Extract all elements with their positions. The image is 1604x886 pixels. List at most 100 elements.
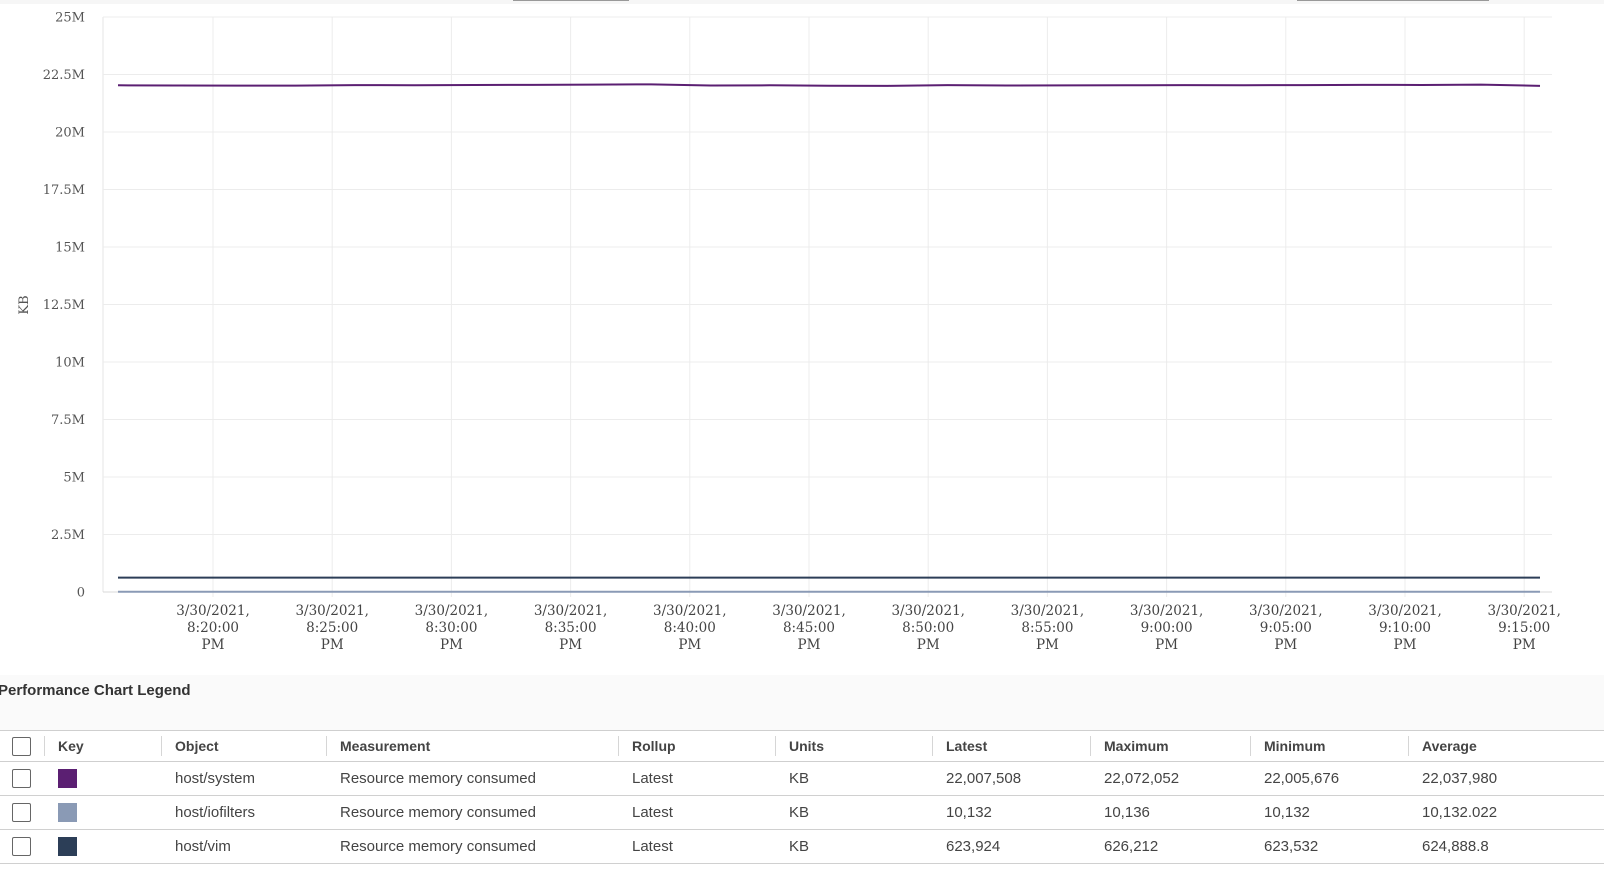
col-measurement-label: Measurement: [340, 738, 431, 754]
x-tick-label: 8:40:00: [664, 620, 716, 636]
y-tick-label: 0: [77, 586, 85, 601]
units-cell: KB: [775, 795, 932, 830]
col-minimum-label: Minimum: [1264, 738, 1326, 754]
x-tick-label: PM: [798, 637, 821, 653]
x-tick-label: PM: [917, 637, 940, 653]
minimum-cell: 10,132: [1250, 795, 1408, 830]
x-tick-label: 3/30/2021,: [1249, 603, 1323, 619]
x-tick-label: 3/30/2021,: [415, 603, 489, 619]
select-all-checkbox[interactable]: [12, 736, 31, 756]
x-tick-label: 3/30/2021,: [1130, 603, 1204, 619]
key-cell: [44, 795, 161, 830]
x-tick-label: PM: [1155, 637, 1178, 653]
col-average-label: Average: [1422, 738, 1477, 754]
maximum-cell: 626,212: [1090, 829, 1250, 864]
x-tick-label: PM: [321, 637, 344, 653]
col-minimum[interactable]: Minimum: [1250, 731, 1408, 762]
units-cell: KB: [775, 829, 932, 864]
x-tick-label: 3/30/2021,: [176, 603, 250, 619]
grid: [102, 16, 1552, 597]
x-tick-label: 8:20:00: [187, 620, 239, 636]
x-tick-label: PM: [559, 637, 582, 653]
row-checkbox[interactable]: [12, 837, 31, 856]
row-checkbox[interactable]: [12, 803, 31, 822]
x-tick-label: 8:30:00: [425, 620, 477, 636]
y-tick-label: 22.5M: [43, 68, 85, 83]
y-axis-ticks: 25M 22.5M 20M 17.5M 15M 12.5M 10M 7.5M 5M 2.5M 0: [43, 11, 85, 601]
row-checkbox[interactable]: [12, 769, 31, 788]
x-tick-label: 3/30/2021,: [653, 603, 727, 619]
y-axis-label: KB: [17, 295, 32, 314]
y-tick-label: 2.5M: [51, 528, 85, 543]
x-tick-label: PM: [1036, 637, 1059, 653]
col-latest[interactable]: Latest: [932, 731, 1090, 762]
object-cell: host/iofilters: [161, 795, 326, 830]
x-tick-label: 3/30/2021,: [891, 603, 965, 619]
measurement-cell: Resource memory consumed: [326, 761, 618, 796]
performance-chart: 25M 22.5M 20M 17.5M 15M 12.5M 10M 7.5M 5M 2.5M 0 3…: [17, 11, 1561, 654]
x-tick-label: 9:10:00: [1379, 620, 1431, 636]
latest-cell: 623,924: [932, 829, 1090, 864]
row-select-cell: [0, 795, 44, 830]
col-object-label: Object: [175, 738, 219, 754]
x-tick-label: 3/30/2021,: [772, 603, 846, 619]
y-tick-label: 25M: [55, 11, 85, 26]
measurement-cell: Resource memory consumed: [326, 829, 618, 864]
x-tick-label: 3/30/2021,: [1487, 603, 1561, 619]
rollup-cell: Latest: [618, 761, 775, 796]
legend-header-bar: Performance Chart Legend: [0, 675, 1604, 731]
series-swatch: [58, 803, 77, 822]
x-tick-label: PM: [440, 637, 463, 653]
x-tick-label: 8:55:00: [1021, 620, 1073, 636]
x-tick-label: PM: [1513, 637, 1536, 653]
y-tick-label: 10M: [55, 356, 85, 371]
series-lines: [117, 83, 1541, 593]
maximum-cell: 10,136: [1090, 795, 1250, 830]
average-cell: 22,037,980: [1408, 761, 1604, 796]
x-tick-label: 9:05:00: [1260, 620, 1312, 636]
col-units-label: Units: [789, 738, 824, 754]
maximum-cell: 22,072,052: [1090, 761, 1250, 796]
legend-row[interactable]: host/vim Resource memory consumed Latest…: [0, 829, 1604, 864]
object-cell: host/vim: [161, 829, 326, 864]
y-tick-label: 15M: [55, 241, 85, 256]
object-cell: host/system: [161, 761, 326, 796]
latest-cell: 22,007,508: [932, 761, 1090, 796]
key-cell: [44, 761, 161, 796]
x-tick-label: 3/30/2021,: [534, 603, 608, 619]
legend-header-row: Key Object Measurement Rollup Units Late…: [0, 731, 1604, 762]
key-cell: [44, 829, 161, 864]
col-latest-label: Latest: [946, 738, 988, 754]
col-rollup-label: Rollup: [632, 738, 676, 754]
y-tick-label: 20M: [55, 126, 85, 141]
col-units[interactable]: Units: [775, 731, 932, 762]
col-object[interactable]: Object: [161, 731, 326, 762]
x-tick-label: 8:45:00: [783, 620, 835, 636]
latest-cell: 10,132: [932, 795, 1090, 830]
minimum-cell: 22,005,676: [1250, 761, 1408, 796]
x-axis-ticks: 3/30/2021,8:20:00PM3/30/2021,8:25:00PM3/…: [176, 603, 1561, 653]
series-swatch: [58, 769, 77, 788]
average-cell: 624,888.8: [1408, 829, 1604, 864]
x-tick-label: PM: [202, 637, 225, 653]
legend-row[interactable]: host/iofilters Resource memory consumed …: [0, 795, 1604, 830]
x-tick-label: PM: [1274, 637, 1297, 653]
x-tick-label: 3/30/2021,: [295, 603, 369, 619]
units-cell: KB: [775, 761, 932, 796]
select-all-cell: [0, 731, 44, 762]
x-tick-label: 9:00:00: [1141, 620, 1193, 636]
x-tick-label: 3/30/2021,: [1011, 603, 1085, 619]
legend-table: Key Object Measurement Rollup Units Late…: [0, 731, 1604, 864]
rollup-cell: Latest: [618, 829, 775, 864]
y-tick-label: 17.5M: [43, 183, 85, 198]
legend-row[interactable]: host/system Resource memory consumed Lat…: [0, 761, 1604, 796]
col-maximum[interactable]: Maximum: [1090, 731, 1250, 762]
col-measurement[interactable]: Measurement: [326, 731, 618, 762]
y-tick-label: 7.5M: [51, 413, 85, 428]
y-tick-label: 12.5M: [43, 298, 85, 313]
x-tick-label: PM: [1394, 637, 1417, 653]
col-average[interactable]: Average: [1408, 731, 1604, 762]
col-rollup[interactable]: Rollup: [618, 731, 775, 762]
row-select-cell: [0, 761, 44, 796]
col-key[interactable]: Key: [44, 731, 161, 762]
